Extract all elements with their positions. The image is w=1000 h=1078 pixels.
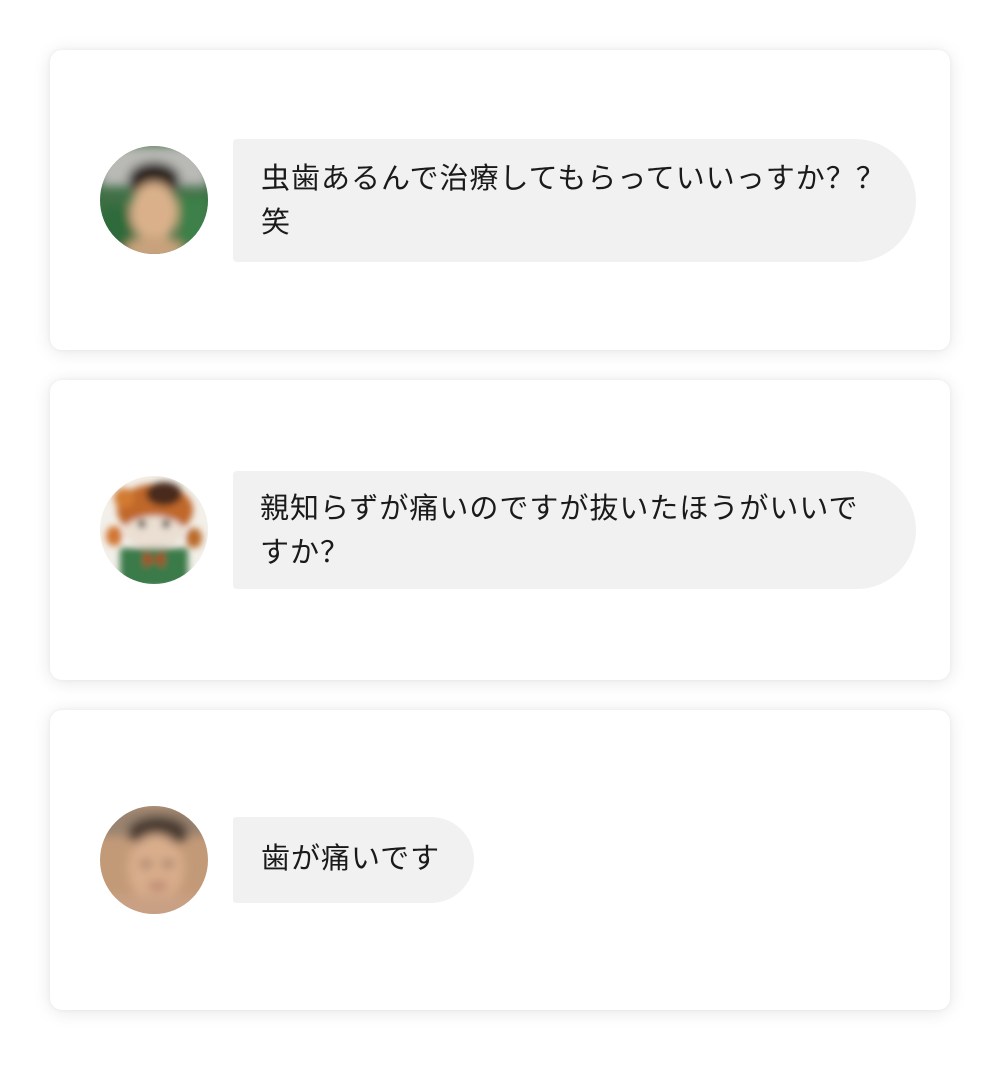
avatar-photo-icon [100, 806, 208, 914]
message-bubble: 虫歯あるんで治療してもらっていいっすか？？笑 [233, 139, 916, 262]
message-card: 親知らずが痛いのですが抜いたほうがいいですか？ [50, 380, 950, 680]
message-card: 虫歯あるんで治療してもらっていいっすか？？笑 [50, 50, 950, 350]
message-bubble: 親知らずが痛いのですが抜いたほうがいいですか？ [233, 471, 916, 589]
user-avatar-icon [100, 806, 208, 914]
mascot-avatar-icon [100, 476, 208, 584]
user-avatar-icon [100, 146, 208, 254]
message-card: 歯が痛いです [50, 710, 950, 1010]
avatar-photo-icon [100, 146, 208, 254]
mascot-image-icon [100, 476, 208, 584]
message-bubble: 歯が痛いです [233, 817, 475, 903]
